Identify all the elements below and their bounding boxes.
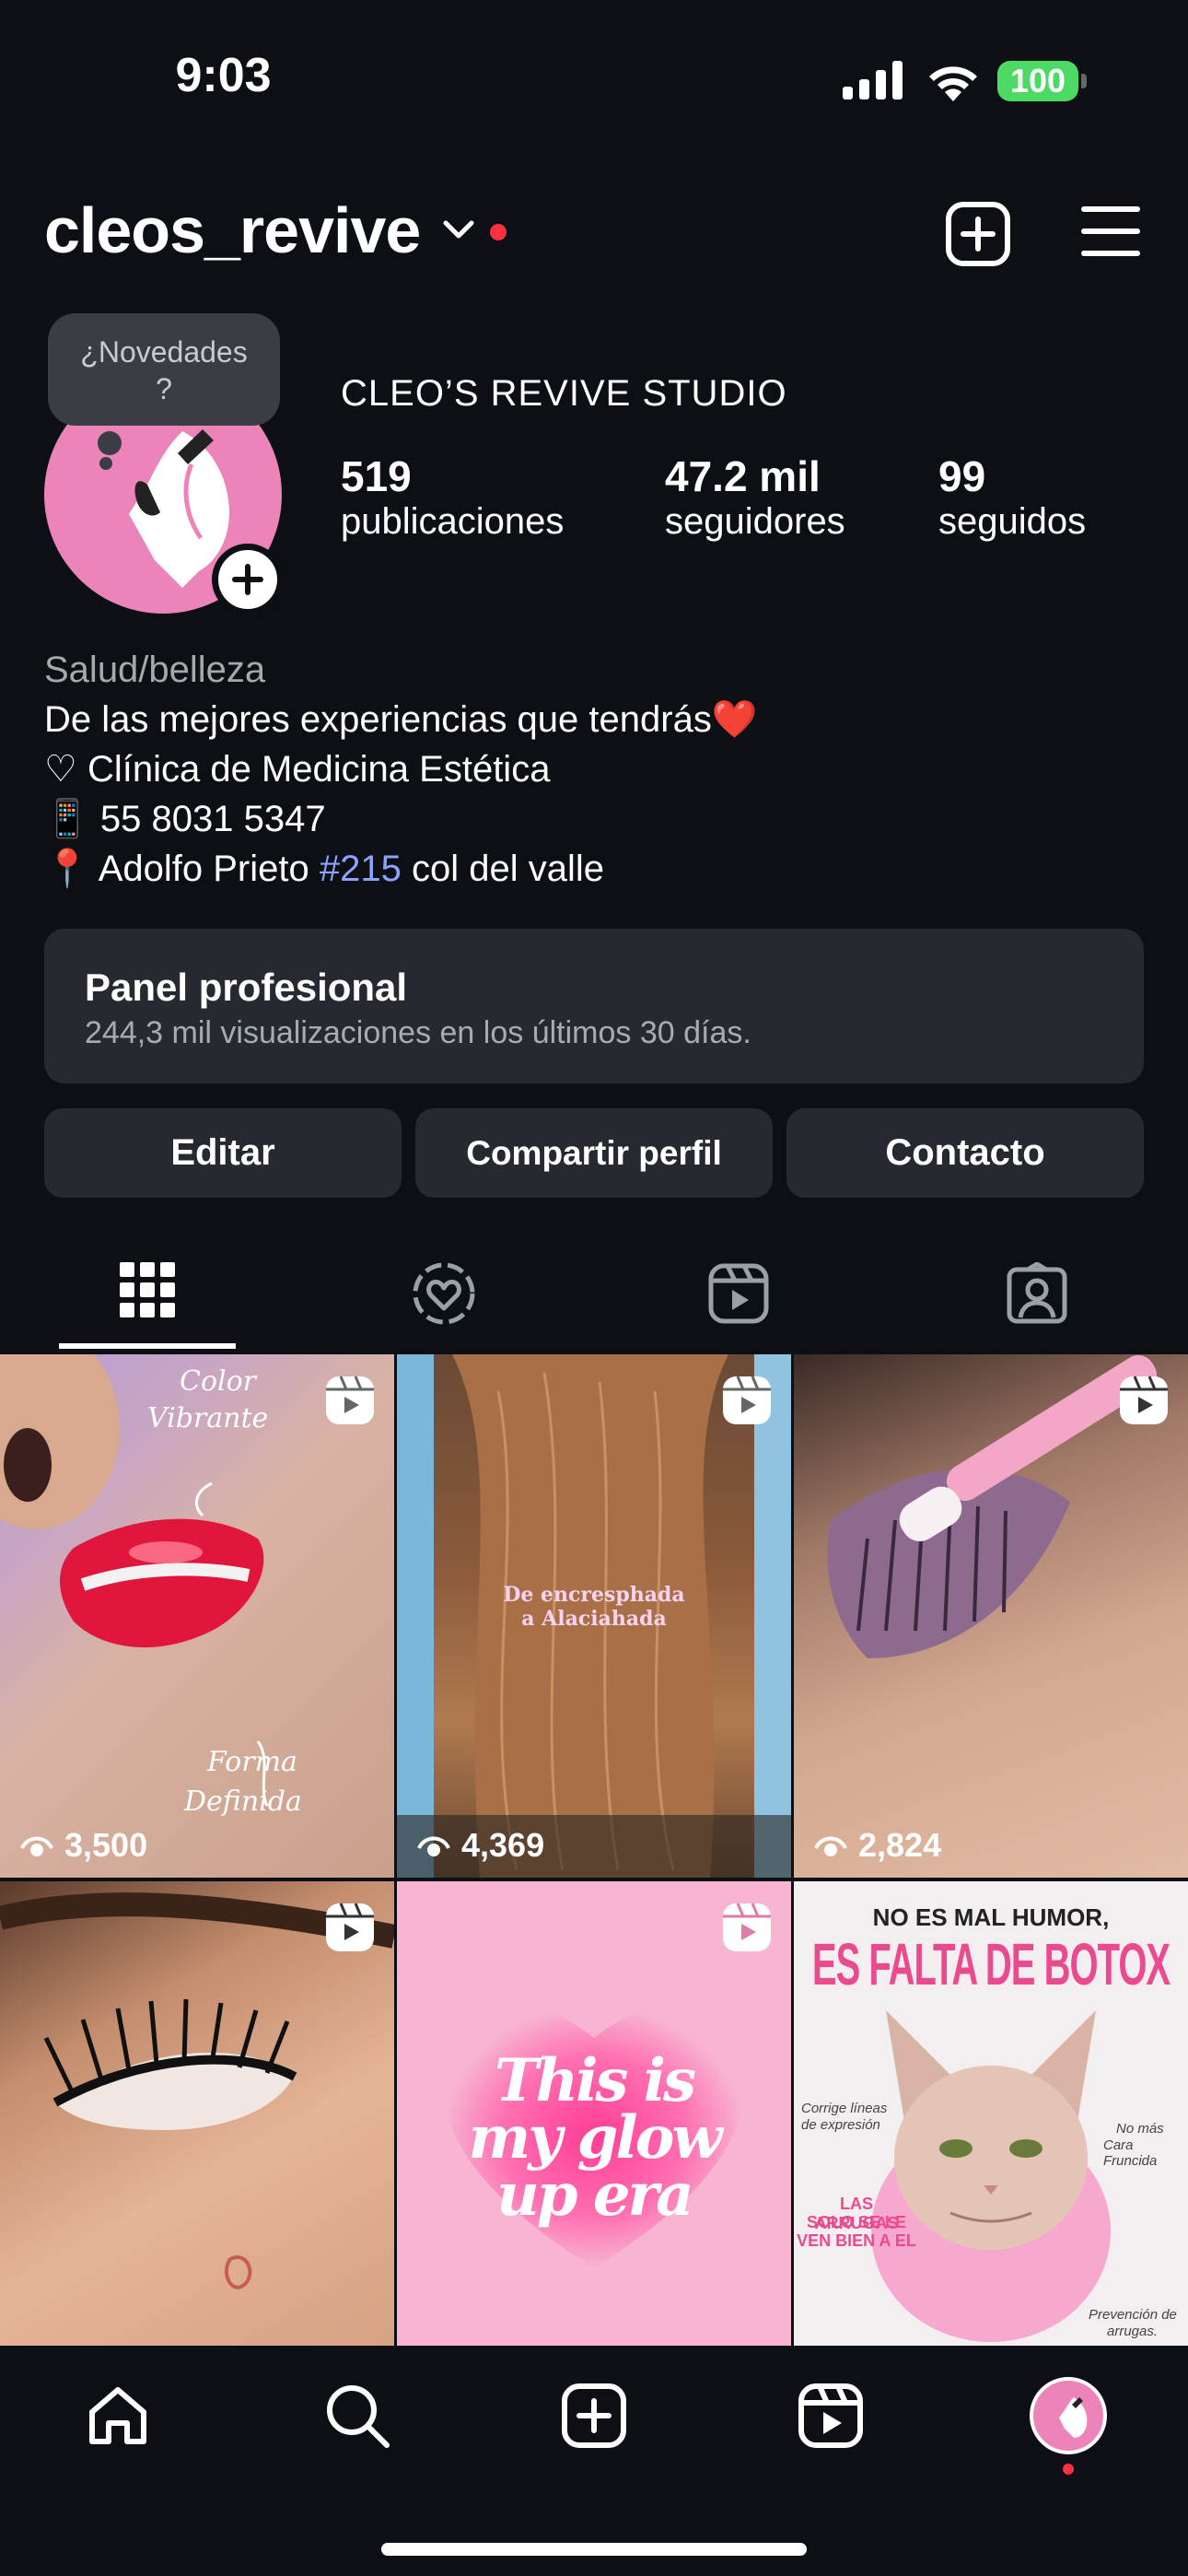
new-notes-tooltip[interactable]: ¿Novedades ? (48, 313, 280, 426)
reels-icon[interactable] (798, 2383, 864, 2449)
views-eye-icon (20, 1836, 53, 1856)
chevron-down-icon[interactable] (442, 219, 475, 241)
profile-bio: Salud/belleza De las mejores experiencia… (44, 645, 758, 894)
glow-text-line2: my glow (468, 2103, 722, 2172)
post-caption-vibrante: Vibrante (147, 1402, 269, 1434)
reels-tab-icon[interactable] (707, 1262, 770, 1325)
reel-badge-icon (326, 1376, 374, 1424)
post-caption-line1: De encresphada (503, 1583, 685, 1607)
bio-line-1: De las mejores experiencias que tendrás❤… (44, 699, 758, 740)
views-eye-icon (814, 1836, 847, 1856)
edit-profile-button[interactable]: Editar (44, 1108, 402, 1198)
plus-icon (232, 564, 263, 595)
bio-line-3: 📱 55 8031 5347 (44, 799, 326, 839)
stat-followers-value: 47.2 mil (665, 452, 821, 500)
grid-post[interactable]: 2,824 (794, 1354, 1188, 1878)
views-eye-icon (417, 1836, 450, 1856)
tagged-tab-icon[interactable] (1006, 1262, 1068, 1325)
botox-note-4: Cara Fruncida (1103, 2137, 1158, 2169)
add-story-button[interactable] (212, 544, 284, 615)
stat-following-label: seguidos (938, 501, 1087, 542)
botox-label-3: VEN BIEN A EL (797, 2231, 916, 2250)
profile-notification-dot (1063, 2464, 1074, 2475)
post-view-count: 4,369 (461, 1826, 545, 1864)
post-caption-line2: a Alaciahada (521, 1607, 667, 1631)
post-view-count: 3,500 (64, 1826, 148, 1864)
battery-indicator: 100 (997, 61, 1078, 101)
reel-badge-icon (326, 1903, 374, 1951)
active-tab-indicator (59, 1343, 236, 1349)
new-post-icon[interactable] (561, 2383, 627, 2449)
glow-text-line1: This is (494, 2046, 696, 2115)
bio-address-text: 📍 Adolfo Prieto (44, 849, 320, 889)
bottom-tab-bar (0, 2346, 1188, 2576)
glow-text-line3: up era (496, 2160, 693, 2230)
home-icon[interactable] (85, 2383, 151, 2449)
bio-category: Salud/belleza (44, 650, 266, 690)
reel-badge-icon (723, 1376, 771, 1424)
stat-followers-label: seguidores (665, 501, 845, 542)
grid-post[interactable] (0, 1881, 394, 2346)
tooltip-tail (98, 431, 122, 455)
tooltip-line2: ? (156, 372, 172, 405)
stat-posts-label: publicaciones (341, 501, 565, 542)
panel-subtitle: 244,3 mil visualizaciones en los últimos… (85, 1015, 751, 1050)
bio-hashtag-link[interactable]: #215 (320, 849, 402, 889)
grid-post[interactable]: This is my glow up era (397, 1881, 791, 2346)
stat-posts[interactable]: 519 publicaciones (341, 451, 564, 543)
wifi-icon (929, 66, 977, 101)
share-profile-button[interactable]: Compartir perfil (415, 1108, 773, 1198)
stat-posts-value: 519 (341, 452, 412, 500)
botox-note-3: No más (1116, 2121, 1164, 2137)
bio-line-2: ♡ Clínica de Medicina Estética (44, 749, 551, 790)
tooltip-tail-small (99, 457, 112, 470)
grid-post[interactable]: De encresphada a Alaciahada 4,369 (397, 1354, 791, 1878)
profile-tab-avatar[interactable] (1030, 2377, 1107, 2454)
menu-icon[interactable] (1081, 205, 1140, 258)
professional-dashboard[interactable]: Panel profesional 244,3 mil visualizacio… (44, 929, 1144, 1083)
home-indicator (381, 2543, 807, 2556)
post-view-count: 2,824 (858, 1826, 942, 1864)
bio-line-4: 📍 Adolfo Prieto #215 col del valle (44, 844, 758, 894)
grid-tab-icon[interactable] (120, 1262, 175, 1317)
botox-note-5: Prevención de (1089, 2307, 1177, 2323)
bio-address-suffix: col del valle (401, 849, 604, 889)
botox-label-2: SOLO SE LE (806, 2213, 907, 2231)
lash-lift-photo (827, 1354, 1158, 1658)
botox-note-6: arrugas. (1107, 2324, 1159, 2339)
post-caption-color: Color (180, 1365, 257, 1398)
create-post-icon[interactable] (945, 201, 1011, 267)
panel-title: Panel profesional (85, 966, 408, 1009)
search-icon[interactable] (324, 2383, 390, 2449)
tooltip-line1: ¿Novedades (80, 335, 248, 369)
notification-dot (490, 224, 507, 240)
collabs-heart-tab-icon[interactable] (411, 1260, 477, 1327)
grid-post[interactable]: Color Vibrante Forma Definida 3,500 (0, 1354, 394, 1878)
battery-cap (1081, 74, 1087, 88)
reel-badge-icon (1120, 1376, 1168, 1424)
profile-display-name: CLEO’S REVIVE STUDIO (341, 373, 787, 414)
contact-button[interactable]: Contacto (786, 1108, 1144, 1198)
grid-post[interactable]: NO ES MAL HUMOR, ES FALTA DE BOTOX LAS A… (794, 1881, 1188, 2346)
botox-note-1: Corrige líneas (801, 2101, 888, 2116)
stat-following[interactable]: 99 seguidos (938, 451, 1086, 543)
stat-followers[interactable]: 47.2 mil seguidores (665, 451, 845, 543)
status-time: 9:03 (175, 49, 272, 102)
botox-note-2: de expresión (801, 2117, 880, 2133)
profile-username[interactable]: cleos_revive (44, 193, 421, 267)
post-caption-definida: Definida (184, 1786, 302, 1818)
stat-following-value: 99 (938, 452, 986, 500)
reel-badge-icon (723, 1903, 771, 1951)
post-caption-forma: Forma (207, 1746, 297, 1778)
avatar-logo-icon (1059, 2397, 1088, 2438)
cellular-signal-icon (843, 61, 903, 100)
